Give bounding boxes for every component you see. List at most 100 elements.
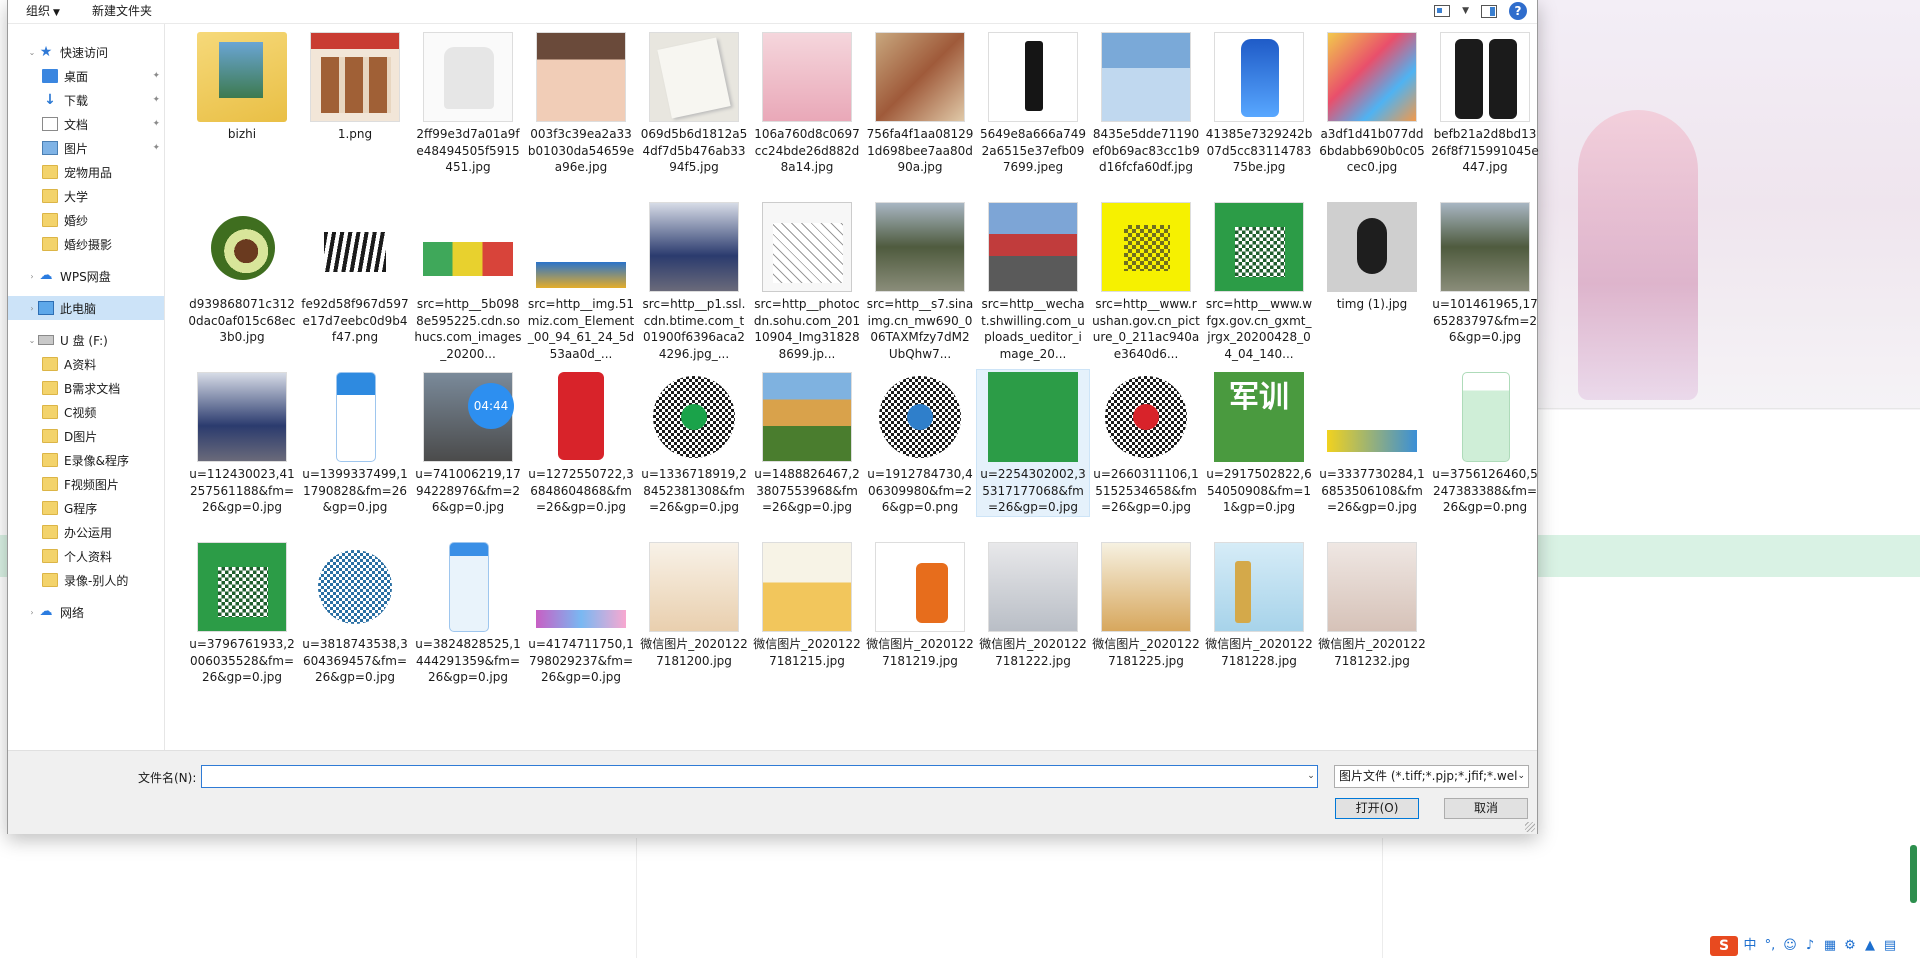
file-item[interactable]: 微信图片_20201227181219.jpg (864, 540, 976, 669)
file-item[interactable]: src=http__s7.sinaimg.cn_mw690_006TAXMfzy… (864, 200, 976, 362)
skin-icon[interactable]: ▲ (1862, 938, 1878, 954)
nav-folder[interactable]: B需求文档 (8, 376, 164, 400)
resize-grip[interactable] (1525, 822, 1535, 832)
nav-folder[interactable]: C视频 (8, 400, 164, 424)
file-item[interactable]: befb21a2d8bd1326f8f715991045e447.jpg (1429, 30, 1541, 176)
file-item[interactable]: 微信图片_20201227181200.jpg (638, 540, 750, 669)
file-item[interactable]: u=2254302002,35317177068&fm=26&gp=0.jpg (976, 369, 1090, 517)
nav-folder-university[interactable]: 大学 (8, 184, 164, 208)
file-item[interactable]: 003f3c39ea2a33b01030da54659ea96e.jpg (525, 30, 637, 176)
file-item[interactable]: timg (1).jpg (1316, 200, 1428, 313)
nav-pictures[interactable]: 图片 ✦ (8, 136, 164, 160)
file-item[interactable]: u=1488826467,23807553968&fm=26&gp=0.jpg (751, 370, 863, 516)
preview-pane-icon[interactable] (1481, 4, 1497, 18)
nav-label: B需求文档 (64, 381, 121, 396)
image-thumbnail (1214, 542, 1304, 632)
file-item[interactable]: u=741006219,1794228976&fm=26&gp=0.jpg (412, 370, 524, 516)
mic-icon[interactable]: ♪ (1802, 938, 1818, 954)
file-item[interactable]: 5649e8a666a7492a6515e37efb097699.jpeg (977, 30, 1089, 176)
file-item[interactable]: fe92d58f967d597e17d7eebc0d9b4f47.png (299, 200, 411, 346)
file-item[interactable]: 微信图片_20201227181225.jpg (1090, 540, 1202, 669)
organize-menu[interactable]: 组织 ▼ (8, 2, 72, 22)
new-folder-button[interactable]: 新建文件夹 (72, 2, 164, 22)
filename-history-chevron-icon[interactable]: ⌄ (1304, 765, 1318, 788)
file-item[interactable]: 微信图片_20201227181232.jpg (1316, 540, 1428, 669)
punctuation-icon[interactable]: °, (1762, 938, 1778, 954)
ime-toolbar[interactable]: S 中 °, ☺ ♪ ▦ ⚙ ▲ ▤ (1710, 934, 1920, 958)
background-scrollbar[interactable] (1910, 845, 1917, 903)
file-item[interactable]: u=101461965,1765283797&fm=26&gp=0.jpg (1429, 200, 1541, 346)
open-button[interactable]: 打开(O) (1335, 798, 1419, 819)
file-item[interactable]: 106a760d8c0697cc24bde26d882d8a14.jpg (751, 30, 863, 176)
nav-wps-cloud[interactable]: › ☁ WPS网盘 (8, 264, 164, 288)
cancel-button[interactable]: 取消 (1444, 798, 1528, 819)
nav-quick-access[interactable]: ⌄ ★ 快速访问 (8, 40, 164, 64)
nav-this-pc[interactable]: › 此电脑 (8, 296, 164, 320)
file-item[interactable]: 8435e5dde71190ef0b69ac83cc1b9d16fcfa60df… (1090, 30, 1202, 176)
filename-input[interactable] (201, 765, 1318, 788)
nav-desktop[interactable]: 桌面 ✦ (8, 64, 164, 88)
nav-folder[interactable]: 个人资料 (8, 544, 164, 568)
file-item[interactable]: u=3818743538,3604369457&fm=26&gp=0.jpg (299, 540, 411, 686)
nav-folder-pets[interactable]: 宠物用品 (8, 160, 164, 184)
file-item[interactable]: src=http__www.wfgx.gov.cn_gxmt_jrgx_2020… (1203, 200, 1315, 362)
file-item[interactable]: a3df1d41b077dd6bdabb690b0c05cec0.jpg (1316, 30, 1428, 176)
file-item[interactable]: u=1912784730,406309980&fm=26&gp=0.png (864, 370, 976, 516)
file-item[interactable]: u=1272550722,36848604868&fm=26&gp=0.jpg (525, 370, 637, 516)
file-item[interactable]: src=http__photocdn.sohu.com_20110904_Img… (751, 200, 863, 362)
emoji-icon[interactable]: ☺ (1782, 938, 1798, 954)
nav-label: 录像-别人的 (64, 573, 129, 588)
view-options-chevron-icon[interactable]: ▼ (1462, 6, 1469, 16)
file-item[interactable]: 069d5b6d1812a54df7d5b476ab3394f5.jpg (638, 30, 750, 176)
nav-folder[interactable]: G程序 (8, 496, 164, 520)
file-item[interactable]: u=2660311106,15152534658&fm=26&gp=0.jpg (1090, 370, 1202, 516)
file-item[interactable]: u=3796761933,2006035528&fm=26&gp=0.jpg (186, 540, 298, 686)
file-name: u=112430023,41257561188&fm=26&gp=0.jpg (189, 467, 295, 514)
nav-folder[interactable]: F视频图片 (8, 472, 164, 496)
file-item[interactable]: src=http__www.rushan.gov.cn_picture_0_21… (1090, 200, 1202, 362)
nav-folder-wedding-photo[interactable]: 婚纱摄影 (8, 232, 164, 256)
settings-icon[interactable]: ⚙ (1842, 938, 1858, 954)
sogou-logo-icon[interactable]: S (1710, 936, 1738, 956)
folder-icon (42, 357, 58, 371)
file-item[interactable]: u=3756126460,5247383388&fm=26&gp=0.png (1429, 370, 1541, 516)
file-name: src=http__5b0988e595225.cdn.sohucs.com_i… (414, 297, 522, 361)
nav-documents[interactable]: 文档 ✦ (8, 112, 164, 136)
folder-item[interactable]: bizhi (186, 30, 298, 143)
change-view-icon[interactable] (1434, 5, 1451, 17)
nav-folder[interactable]: 录像-别人的 (8, 568, 164, 592)
nav-network[interactable]: › ☁ 网络 (8, 600, 164, 624)
ime-lang-label[interactable]: 中 (1742, 938, 1758, 954)
file-item[interactable]: 2ff99e3d7a01a9fe48494505f5915451.jpg (412, 30, 524, 176)
file-item[interactable]: 微信图片_20201227181228.jpg (1203, 540, 1315, 669)
nav-folder-wedding-dress[interactable]: 婚纱 (8, 208, 164, 232)
file-item[interactable]: src=http__p1.ssl.cdn.btime.com_t01900f63… (638, 200, 750, 362)
file-item[interactable]: 军训 u=2917502822,654050908&fm=11&gp=0.jpg (1203, 370, 1315, 516)
nav-downloads[interactable]: ↓ 下载 ✦ (8, 88, 164, 112)
nav-drive-f[interactable]: ⌄ U 盘 (F:) (8, 328, 164, 352)
file-item[interactable]: u=112430023,41257561188&fm=26&gp=0.jpg (186, 370, 298, 516)
file-item[interactable]: u=3337730284,16853506108&fm=26&gp=0.jpg (1316, 370, 1428, 516)
filetype-select[interactable]: 图片文件 (*.tiff;*.pjp;*.jfif;*.wel ⌄ (1334, 765, 1529, 788)
file-item[interactable]: src=http__img.51miz.com_Element_00_94_61… (525, 200, 637, 362)
file-item[interactable]: u=4174711750,1798029237&fm=26&gp=0.jpg (525, 540, 637, 686)
file-item[interactable]: 微信图片_20201227181222.jpg (977, 540, 1089, 669)
toolbox-icon[interactable]: ▤ (1882, 938, 1898, 954)
file-item[interactable]: src=http__wechat.shwilling.com_uploads_u… (977, 200, 1089, 362)
file-item[interactable]: 756fa4f1aa081291d698bee7aa80d90a.jpg (864, 30, 976, 176)
file-item[interactable]: 微信图片_20201227181215.jpg (751, 540, 863, 669)
nav-folder[interactable]: D图片 (8, 424, 164, 448)
pin-icon: ✦ (152, 95, 160, 105)
file-item[interactable]: 41385e7329242b07d5cc8311478375be.jpg (1203, 30, 1315, 176)
file-item[interactable]: u=3824828525,1444291359&fm=26&gp=0.jpg (412, 540, 524, 686)
nav-folder[interactable]: 办公运用 (8, 520, 164, 544)
nav-folder[interactable]: A资料 (8, 352, 164, 376)
help-icon[interactable]: ? (1509, 2, 1527, 20)
nav-folder[interactable]: E录像&程序 (8, 448, 164, 472)
keyboard-icon[interactable]: ▦ (1822, 938, 1838, 954)
file-item[interactable]: u=1336718919,28452381308&fm=26&gp=0.jpg (638, 370, 750, 516)
file-item[interactable]: 1.png (299, 30, 411, 143)
file-item[interactable]: src=http__5b0988e595225.cdn.sohucs.com_i… (412, 200, 524, 362)
file-item[interactable]: u=1399337499,11790828&fm=26&gp=0.jpg (299, 370, 411, 516)
file-item[interactable]: d939868071c3120dac0af015c68ec3b0.jpg (186, 200, 298, 346)
